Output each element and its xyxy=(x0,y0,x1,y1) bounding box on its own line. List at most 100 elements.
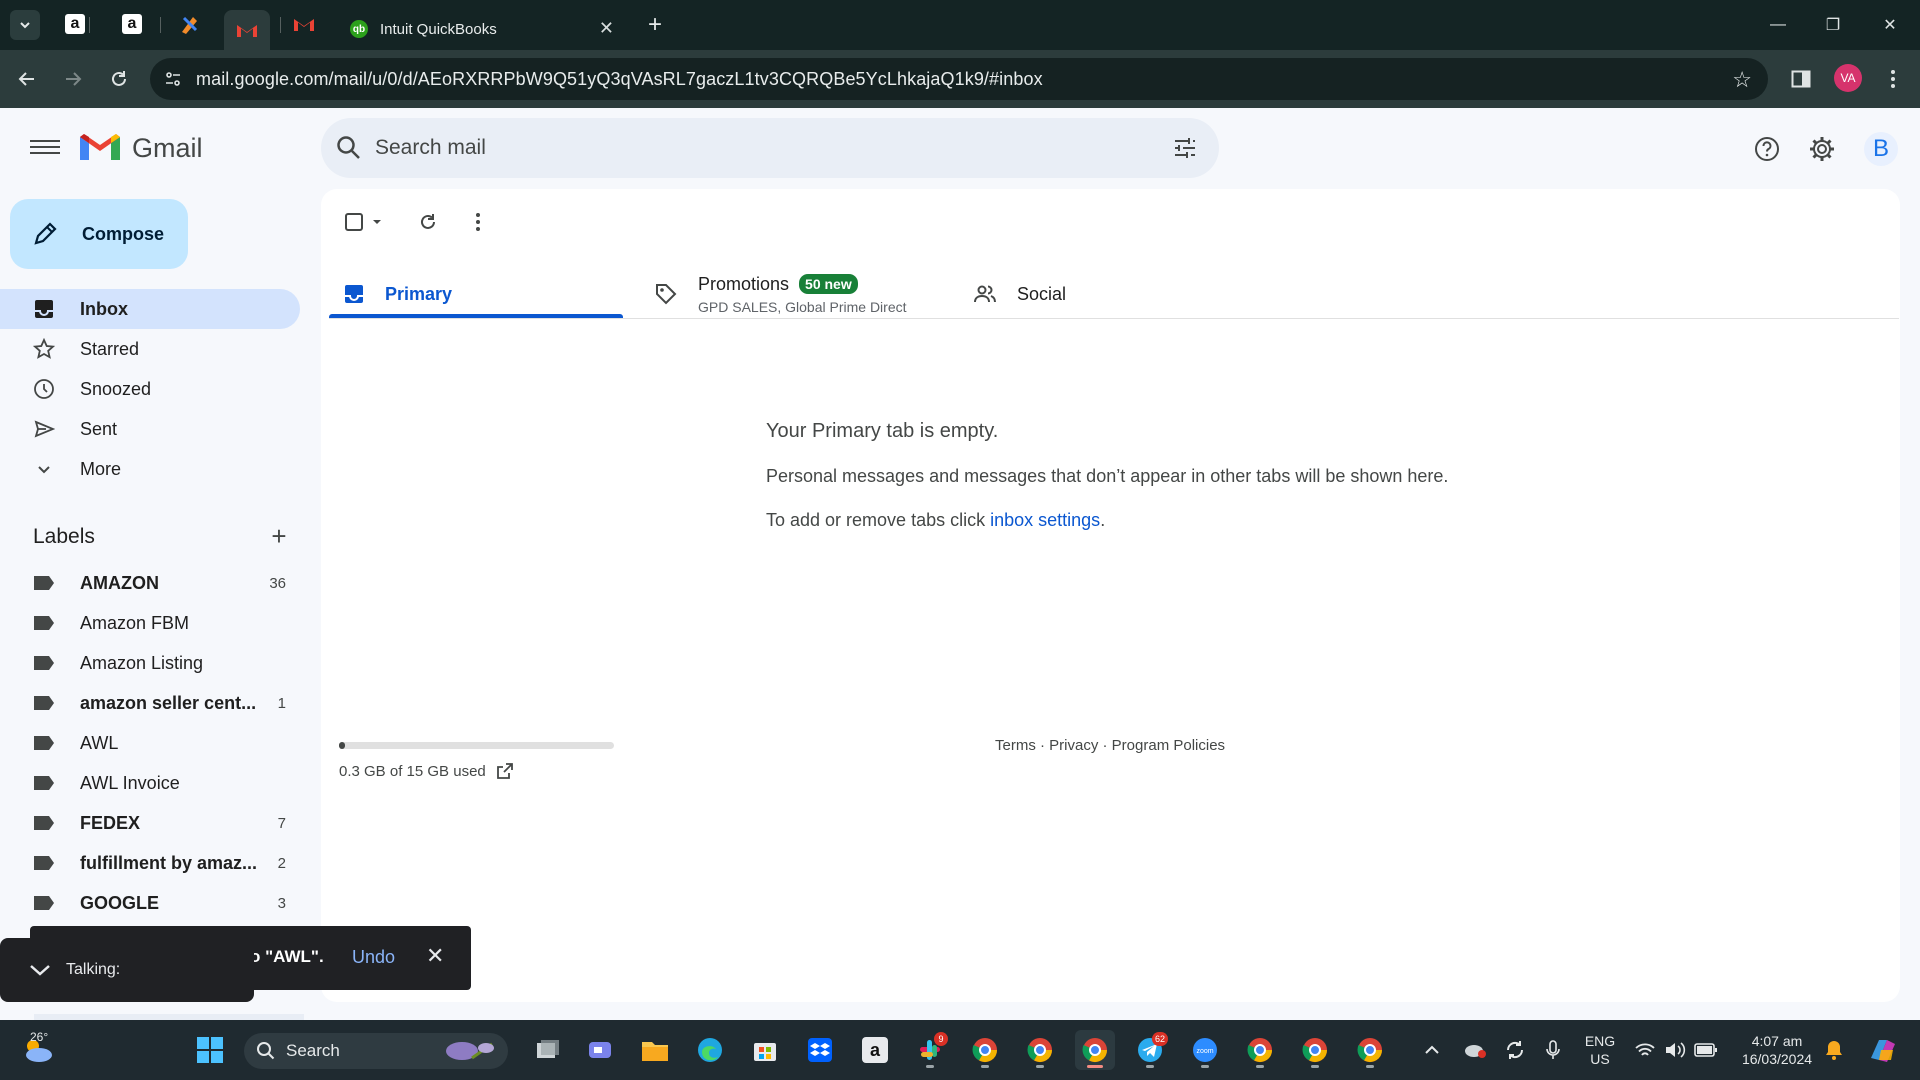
taskbar-store[interactable] xyxy=(745,1030,785,1070)
close-window-button[interactable]: ✕ xyxy=(1870,10,1910,40)
chrome-icon xyxy=(1302,1038,1327,1063)
taskbar-chrome-w2[interactable] xyxy=(1020,1030,1060,1070)
dropbox-icon xyxy=(808,1038,832,1062)
footer-links[interactable]: Terms · Privacy · Program Policies xyxy=(995,737,1225,754)
clock-date: 16/03/2024 xyxy=(1741,1051,1813,1067)
minimize-button[interactable]: — xyxy=(1758,10,1798,40)
browser-tab-amazon-1[interactable]: a xyxy=(61,10,89,38)
new-tab-button[interactable]: + xyxy=(640,10,670,40)
sidebar-item-sent[interactable]: Sent xyxy=(0,409,300,449)
taskbar-chrome-4[interactable] xyxy=(1295,1030,1335,1070)
talking-indicator[interactable]: Talking: xyxy=(0,938,254,1002)
back-button[interactable] xyxy=(12,64,42,94)
close-icon[interactable]: ✕ xyxy=(426,943,444,969)
inbox-settings-link[interactable]: inbox settings xyxy=(990,510,1100,530)
label-item[interactable]: fulfillment by amaz... 2 xyxy=(0,843,300,883)
site-info-icon[interactable] xyxy=(160,66,186,92)
browser-tab-tools[interactable] xyxy=(176,10,204,38)
refresh-button[interactable] xyxy=(413,207,443,237)
reload-button[interactable] xyxy=(104,64,134,94)
side-panel-button[interactable] xyxy=(1786,64,1816,94)
compose-button[interactable]: Compose xyxy=(10,199,188,269)
browser-profile-avatar[interactable]: VA xyxy=(1834,64,1862,92)
taskbar-dropbox[interactable] xyxy=(800,1030,840,1070)
svg-text:zoom: zoom xyxy=(1196,1048,1213,1055)
label-item[interactable]: Amazon Listing xyxy=(0,643,300,683)
taskbar-amazon[interactable]: a xyxy=(855,1030,895,1070)
search-options-icon[interactable] xyxy=(1171,134,1199,162)
forward-button[interactable] xyxy=(58,64,88,94)
create-label-button[interactable]: + xyxy=(264,521,294,551)
browser-tab-gmail-active[interactable] xyxy=(224,10,270,50)
empty-state-description: Personal messages and messages that don’… xyxy=(766,466,1449,486)
taskbar-telegram[interactable]: 62 xyxy=(1130,1030,1170,1070)
taskbar-slack[interactable]: 9 xyxy=(910,1030,950,1070)
label-item[interactable]: AMAZON 36 xyxy=(0,563,300,603)
refresh-icon xyxy=(421,214,435,229)
label-name: FEDEX xyxy=(80,812,141,833)
label-item[interactable]: amazon seller cent... 1 xyxy=(0,683,300,723)
sidebar-item-more[interactable]: More xyxy=(0,449,300,489)
restore-button[interactable]: ❐ xyxy=(1813,10,1853,40)
sidebar-item-starred[interactable]: Starred xyxy=(0,329,300,369)
settings-button[interactable] xyxy=(1807,134,1837,164)
taskbar-edge[interactable] xyxy=(690,1030,730,1070)
address-bar[interactable]: mail.google.com/mail/u/0/d/AEoRXRRPbW9Q5… xyxy=(150,58,1768,100)
search-input[interactable]: Search mail xyxy=(375,136,486,160)
label-item[interactable]: AWL xyxy=(0,723,300,763)
label-item[interactable]: GOOGLE 3 xyxy=(0,883,300,923)
support-button[interactable] xyxy=(1752,134,1782,164)
weather-widget[interactable]: 26° xyxy=(8,1030,68,1070)
browser-menu-button[interactable] xyxy=(1878,64,1908,94)
sidebar-item-label: Sent xyxy=(80,418,118,439)
notifications-button[interactable] xyxy=(1814,1030,1854,1070)
start-button[interactable] xyxy=(190,1030,230,1070)
quick-settings-button[interactable] xyxy=(1626,1030,1726,1070)
bell-icon xyxy=(1826,1041,1842,1060)
promotions-senders: GPD SALES, Global Prime Direct xyxy=(698,298,907,315)
undo-button[interactable]: Undo xyxy=(352,947,395,968)
taskbar-chrome-va[interactable] xyxy=(1075,1030,1115,1070)
gear-icon xyxy=(1810,137,1834,161)
main-menu-button[interactable] xyxy=(30,136,60,160)
running-indicator xyxy=(1087,1065,1103,1068)
input-language[interactable]: ENG US xyxy=(1580,1032,1620,1068)
storage-meter-fill xyxy=(339,742,345,749)
tab-social-label: Social xyxy=(1017,283,1067,304)
taskbar-chrome-3[interactable] xyxy=(1240,1030,1280,1070)
label-item[interactable]: Amazon FBM xyxy=(0,603,300,643)
taskbar-task-view[interactable] xyxy=(527,1030,567,1070)
tab-search-menu-button[interactable] xyxy=(10,10,40,40)
more-options-button[interactable] xyxy=(463,207,493,237)
onedrive-status[interactable] xyxy=(1455,1030,1495,1070)
google-account-avatar[interactable]: B xyxy=(1864,132,1898,166)
open-external-icon[interactable] xyxy=(496,762,514,780)
browser-tab-amazon-2[interactable]: a xyxy=(118,10,146,38)
browser-tab-quickbooks[interactable]: qb Intuit QuickBooks ✕ xyxy=(336,8,626,50)
copilot-button[interactable] xyxy=(1860,1030,1904,1070)
label-item[interactable]: FEDEX 7 xyxy=(0,803,300,843)
taskbar-teams[interactable] xyxy=(580,1030,620,1070)
taskbar-chrome-w[interactable] xyxy=(965,1030,1005,1070)
taskbar-file-explorer[interactable] xyxy=(635,1030,675,1070)
taskbar-zoom[interactable]: zoom xyxy=(1185,1030,1225,1070)
clock[interactable]: 4:07 am 16/03/2024 xyxy=(1732,1032,1822,1068)
show-hidden-icons-button[interactable] xyxy=(1412,1030,1452,1070)
bookmark-star-icon[interactable]: ☆ xyxy=(1732,67,1752,93)
search-icon[interactable] xyxy=(335,134,363,162)
tabs-divider xyxy=(329,318,1899,319)
sidebar-item-snoozed[interactable]: Snoozed xyxy=(0,369,300,409)
browser-tab-gmail-2[interactable] xyxy=(290,10,318,38)
close-tab-icon[interactable]: ✕ xyxy=(599,18,614,39)
microphone-status[interactable] xyxy=(1533,1030,1573,1070)
language-code: ENG xyxy=(1584,1033,1616,1049)
sidebar-item-inbox[interactable]: Inbox xyxy=(0,289,300,329)
gmail-logo-icon[interactable] xyxy=(80,133,120,163)
select-all-checkbox[interactable] xyxy=(341,207,391,237)
taskbar-chrome-5[interactable] xyxy=(1350,1030,1390,1070)
search-mail-bar[interactable]: Search mail xyxy=(321,118,1219,178)
label-item[interactable]: AWL Invoice xyxy=(0,763,300,803)
sync-status[interactable] xyxy=(1495,1030,1535,1070)
taskbar-search[interactable]: Search xyxy=(244,1033,508,1069)
labels-heading: Labels xyxy=(33,525,95,548)
